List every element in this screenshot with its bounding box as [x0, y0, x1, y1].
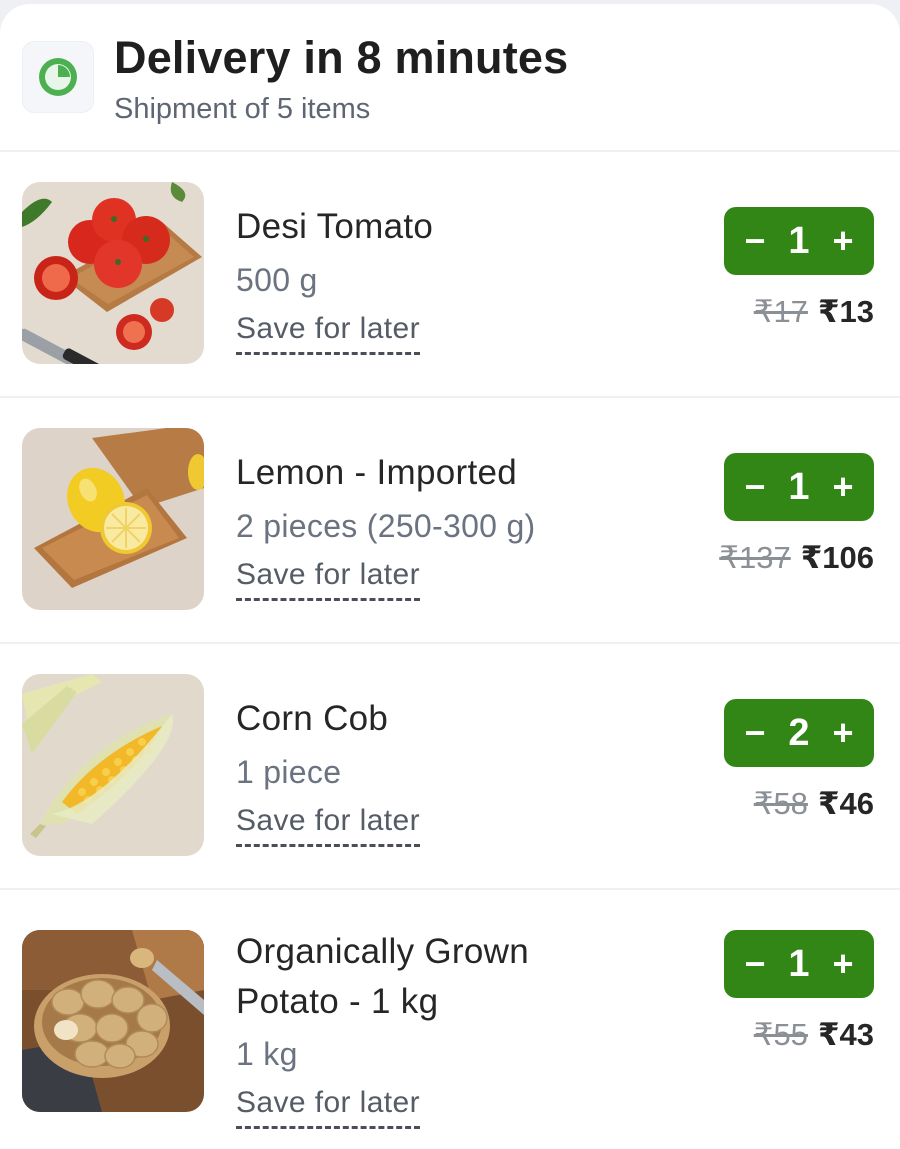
item-name[interactable]: Desi Tomato — [236, 202, 433, 252]
selling-price: ₹43 — [817, 1017, 874, 1052]
quantity-stepper: − 1 + — [724, 453, 874, 521]
delivery-title: Delivery in 8 minutes — [114, 32, 569, 83]
cart-item: Lemon - Imported 2 pieces (250-300 g) Sa… — [0, 398, 900, 644]
item-name-line: Organically Grown — [236, 932, 529, 971]
decrement-button[interactable]: − — [740, 223, 770, 259]
decrement-button[interactable]: − — [740, 469, 770, 505]
cart-item: Organically Grown Potato - 1 kg 1 kg Sav… — [0, 890, 900, 1149]
original-price: ₹137 — [719, 540, 791, 575]
increment-button[interactable]: + — [828, 715, 858, 751]
increment-button[interactable]: + — [828, 469, 858, 505]
item-count: 2 — [788, 711, 810, 754]
item-quantity: 1 piece — [236, 754, 342, 790]
clock-icon-container — [22, 41, 94, 113]
price-block: ₹137 ₹106 — [719, 540, 874, 576]
original-price: ₹58 — [753, 786, 808, 821]
item-quantity: 500 g — [236, 262, 318, 298]
item-name[interactable]: Lemon - Imported — [236, 448, 517, 498]
quantity-stepper: − 2 + — [724, 699, 874, 767]
original-price: ₹17 — [753, 294, 808, 329]
corn-image[interactable] — [22, 674, 204, 856]
selling-price: ₹106 — [800, 540, 874, 575]
lemon-image[interactable] — [22, 428, 204, 610]
item-quantity: 2 pieces (250-300 g) — [236, 508, 536, 544]
decrement-button[interactable]: − — [740, 715, 770, 751]
tomato-image[interactable] — [22, 182, 204, 364]
save-for-later-link[interactable]: Save for later — [236, 558, 421, 601]
selling-price: ₹13 — [817, 294, 874, 329]
quantity-stepper: − 1 + — [724, 207, 874, 275]
cart-shipment-card: Delivery in 8 minutes Shipment of 5 item… — [0, 4, 900, 1149]
selling-price: ₹46 — [817, 786, 874, 821]
cart-item: Corn Cob 1 piece Save for later − 2 + ₹5… — [0, 644, 900, 890]
decrement-button[interactable]: − — [740, 946, 770, 982]
shipment-header: Delivery in 8 minutes Shipment of 5 item… — [0, 4, 900, 152]
save-for-later-link[interactable]: Save for later — [236, 804, 421, 847]
original-price: ₹55 — [753, 1017, 808, 1052]
potato-image[interactable] — [22, 930, 204, 1112]
increment-button[interactable]: + — [828, 223, 858, 259]
item-count: 1 — [788, 465, 810, 508]
price-block: ₹55 ₹43 — [754, 1017, 874, 1053]
clock-icon — [39, 58, 77, 96]
price-block: ₹17 ₹13 — [754, 294, 874, 330]
quantity-stepper: − 1 + — [724, 930, 874, 998]
save-for-later-link[interactable]: Save for later — [236, 1086, 421, 1129]
item-name-line: Potato - 1 kg — [236, 982, 439, 1021]
save-for-later-link[interactable]: Save for later — [236, 312, 421, 355]
item-quantity: 1 kg — [236, 1036, 298, 1072]
price-block: ₹58 ₹46 — [754, 786, 874, 822]
increment-button[interactable]: + — [828, 946, 858, 982]
item-count: 1 — [788, 219, 810, 262]
item-name[interactable]: Organically Grown Potato - 1 kg — [236, 927, 529, 1027]
item-count: 1 — [788, 942, 810, 985]
cart-item: Desi Tomato 500 g Save for later − 1 + ₹… — [0, 152, 900, 398]
shipment-subtitle: Shipment of 5 items — [114, 93, 371, 125]
item-name[interactable]: Corn Cob — [236, 694, 388, 744]
